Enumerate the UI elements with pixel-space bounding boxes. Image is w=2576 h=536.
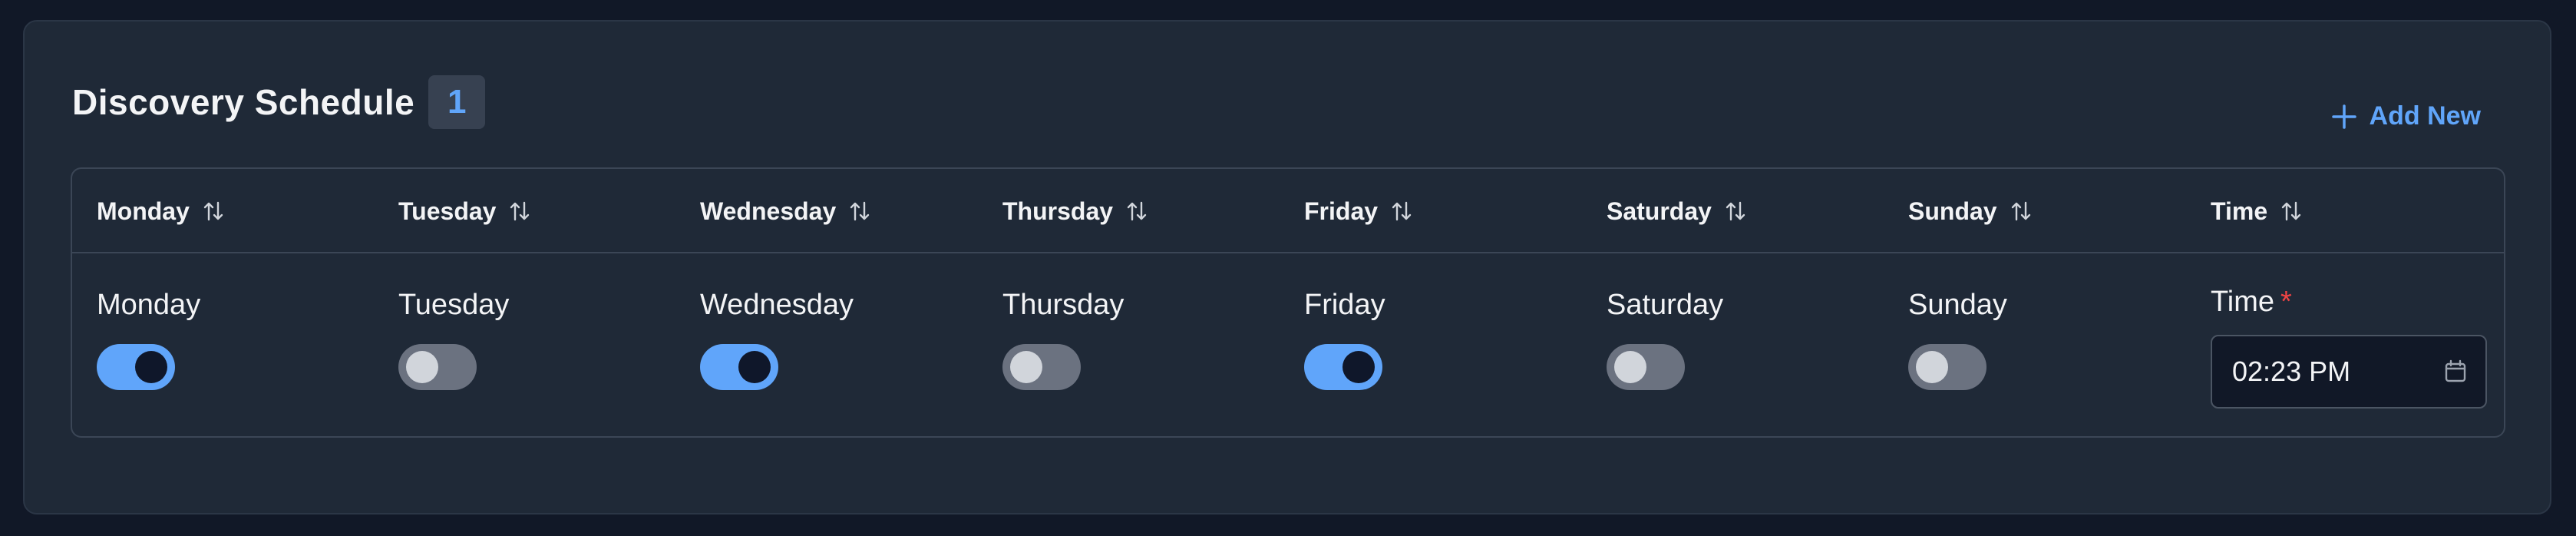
- day-label-wednesday: Wednesday: [700, 289, 854, 321]
- required-marker: *: [2280, 286, 2292, 318]
- column-header-label: Friday: [1304, 197, 1379, 225]
- column-header-label: Sunday: [1908, 197, 1997, 225]
- column-header-label: Time: [2211, 197, 2268, 225]
- toggle-knob: [1342, 351, 1375, 383]
- column-header-thursday[interactable]: Thursday: [1002, 169, 1148, 253]
- calendar-icon[interactable]: [2442, 359, 2469, 385]
- sort-arrows-icon: [1127, 201, 1147, 221]
- column-header-label: Wednesday: [700, 197, 837, 225]
- column-header-label: Tuesday: [398, 197, 497, 225]
- sort-arrows-icon: [1392, 201, 1412, 221]
- day-label-friday: Friday: [1304, 289, 1385, 321]
- column-header-time[interactable]: Time: [2211, 169, 2303, 253]
- day-label-tuesday: Tuesday: [398, 289, 510, 321]
- schedule-table: Monday Tuesday Wednesday Thursday Friday…: [71, 167, 2505, 438]
- day-label-sunday: Sunday: [1908, 289, 2007, 321]
- add-new-label: Add New: [2369, 101, 2481, 131]
- column-header-label: Monday: [97, 197, 190, 225]
- column-header-tuesday[interactable]: Tuesday: [398, 169, 531, 253]
- page-title: Discovery Schedule: [72, 82, 415, 122]
- toggle-knob: [406, 351, 438, 383]
- toggle-knob: [1614, 351, 1646, 383]
- sort-arrows-icon: [850, 201, 870, 221]
- toggle-friday[interactable]: [1304, 344, 1382, 390]
- toggle-knob: [1010, 351, 1042, 383]
- day-label-monday: Monday: [97, 289, 201, 321]
- column-header-saturday[interactable]: Saturday: [1607, 169, 1747, 253]
- toggle-monday[interactable]: [97, 344, 175, 390]
- column-header-wednesday[interactable]: Wednesday: [700, 169, 871, 253]
- toggle-saturday[interactable]: [1607, 344, 1685, 390]
- time-value: 02:23 PM: [2232, 356, 2351, 387]
- column-header-friday[interactable]: Friday: [1304, 169, 1413, 253]
- sort-arrows-icon: [1726, 201, 1745, 221]
- column-header-label: Thursday: [1002, 197, 1114, 225]
- card-header: Discovery Schedule 1: [72, 75, 486, 129]
- sort-arrows-icon: [510, 201, 530, 221]
- time-picker-input[interactable]: 02:23 PM: [2211, 335, 2487, 409]
- table-header: Monday Tuesday Wednesday Thursday Friday…: [72, 169, 2504, 253]
- sort-arrows-icon: [203, 201, 223, 221]
- sort-arrows-icon: [2281, 201, 2301, 221]
- day-label-saturday: Saturday: [1607, 289, 1724, 321]
- time-field-label: Time *: [2211, 286, 2292, 319]
- toggle-knob: [135, 351, 167, 383]
- add-new-button[interactable]: Add New: [2331, 101, 2481, 131]
- toggle-knob: [1916, 351, 1948, 383]
- day-label-thursday: Thursday: [1002, 289, 1125, 321]
- toggle-knob: [738, 351, 771, 383]
- sort-arrows-icon: [2011, 201, 2030, 221]
- time-label-text: Time: [2211, 286, 2275, 318]
- toggle-tuesday[interactable]: [398, 344, 477, 390]
- plus-icon: [2331, 104, 2356, 129]
- column-header-label: Saturday: [1607, 197, 1712, 225]
- column-header-sunday[interactable]: Sunday: [1908, 169, 2033, 253]
- column-header-monday[interactable]: Monday: [97, 169, 225, 253]
- toggle-wednesday[interactable]: [700, 344, 778, 390]
- discovery-schedule-card: Discovery Schedule 1 Add New Monday Tues…: [23, 20, 2551, 514]
- count-badge: 1: [428, 75, 486, 129]
- toggle-thursday[interactable]: [1002, 344, 1081, 390]
- toggle-sunday[interactable]: [1908, 344, 1986, 390]
